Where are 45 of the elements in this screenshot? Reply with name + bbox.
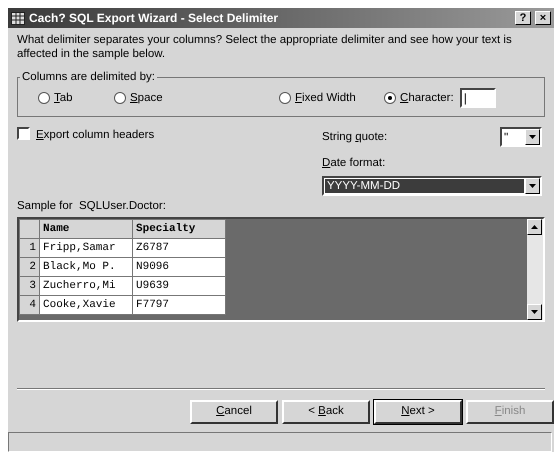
table-cell: Fripp,Samar [40, 238, 132, 258]
string-quote-label: String quote: [322, 130, 388, 145]
dropdown-value: " [503, 131, 510, 144]
row-number: 1 [20, 238, 40, 258]
wizard-button[interactable]: < Back [282, 400, 370, 424]
string-quote-dropdown[interactable]: " [500, 127, 542, 148]
window-title: Cach? SQL Export Wizard - Select Delimiter [29, 10, 280, 27]
table-cell: Cooke,Xavie [40, 295, 132, 314]
corner-cell [20, 219, 40, 238]
column-header[interactable]: Specialty [132, 219, 226, 238]
close-button[interactable]: × [535, 11, 551, 25]
radio-label: Fixed Width [295, 90, 356, 106]
table-cell: Z6787 [132, 238, 226, 258]
row-number: 3 [20, 276, 40, 296]
radio-label: Tab [54, 90, 73, 106]
sample-label: Sample for SQLUser.Doctor: [16, 198, 167, 214]
intro-text: What delimiter separates your columns? Select the appropriate delimiter and see how your text is affected in the sample below. [16, 33, 513, 61]
table-cell: Black,Mo P. [40, 257, 132, 276]
grid-icon [11, 12, 25, 24]
radio-button[interactable] [384, 92, 396, 104]
radio-button[interactable] [38, 92, 50, 104]
radio-button[interactable] [114, 92, 126, 104]
table-cell: U9639 [132, 276, 226, 296]
column-header[interactable]: Name [40, 219, 132, 238]
radio-label: Character: [400, 90, 454, 106]
dropdown-value: YYYY-MM-DD [325, 178, 524, 192]
checkbox[interactable] [17, 127, 30, 140]
group-legend: Columns are delimited by: [20, 69, 157, 86]
date-format-label: Date format: [322, 156, 386, 172]
wizard-button[interactable]: Cancel [190, 400, 278, 424]
row-number: 2 [20, 257, 40, 276]
scroll-down-icon[interactable] [527, 304, 542, 320]
radio-button[interactable] [279, 92, 291, 104]
wizard-button[interactable]: Next > [374, 400, 462, 424]
help-button[interactable]: ? [515, 11, 531, 25]
table-cell: Zucherro,Mi [40, 276, 132, 296]
checkbox-label: Export column headers [36, 128, 154, 144]
scroll-up-icon[interactable] [527, 218, 542, 235]
table-cell: F7797 [132, 295, 226, 314]
row-number: 4 [20, 295, 40, 314]
character-field[interactable]: | [460, 88, 496, 108]
scrollbar[interactable] [527, 218, 543, 320]
table-cell: N9096 [132, 257, 226, 276]
radio-label: Space [130, 90, 163, 106]
date-format-dropdown[interactable]: YYYY-MM-DD [322, 176, 542, 196]
